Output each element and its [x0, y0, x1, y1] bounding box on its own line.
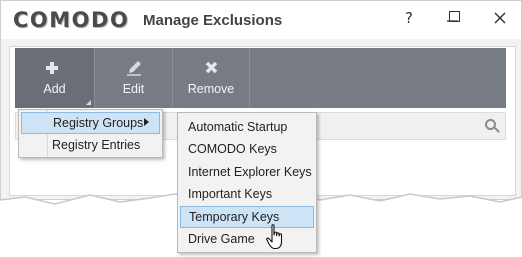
close-icon: [494, 12, 506, 24]
edit-label: Edit: [122, 82, 145, 96]
edit-button[interactable]: Edit: [94, 48, 172, 108]
submenu-item-drive-game[interactable]: Drive Game: [180, 228, 314, 250]
close-button[interactable]: [485, 5, 515, 31]
remove-button[interactable]: Remove: [172, 48, 250, 108]
x-icon: [205, 61, 218, 74]
submenu-arrow-icon: [144, 118, 149, 126]
add-button[interactable]: Add: [15, 48, 94, 108]
submenu-item-important-keys[interactable]: Important Keys: [180, 183, 314, 205]
add-dropdown-menu: Registry Groups Registry Entries: [18, 109, 163, 158]
menu-item-registry-entries[interactable]: Registry Entries: [21, 134, 160, 156]
title-bar: COMODO Manage Exclusions ?: [1, 1, 521, 39]
dropdown-caret-icon: [86, 100, 91, 105]
hand-pointer-icon: [266, 224, 283, 250]
pencil-icon: [127, 61, 141, 76]
submenu-item-temporary-keys[interactable]: Temporary Keys: [180, 206, 314, 228]
toolbar: Add Edit Remove: [15, 48, 506, 108]
add-label: Add: [43, 82, 66, 96]
comodo-logo: COMODO: [13, 8, 130, 32]
submenu-item-comodo-keys[interactable]: COMODO Keys: [180, 138, 314, 160]
window-title: Manage Exclusions: [143, 12, 283, 29]
submenu-item-automatic-startup[interactable]: Automatic Startup: [180, 116, 314, 138]
plus-icon: [46, 62, 58, 74]
menu-item-registry-groups[interactable]: Registry Groups: [21, 112, 160, 134]
help-button[interactable]: ?: [394, 5, 424, 31]
maximize-button[interactable]: [449, 11, 460, 22]
remove-label: Remove: [187, 82, 235, 96]
submenu-item-internet-explorer-keys[interactable]: Internet Explorer Keys: [180, 161, 314, 183]
registry-groups-submenu: Automatic Startup COMODO Keys Internet E…: [177, 112, 317, 253]
